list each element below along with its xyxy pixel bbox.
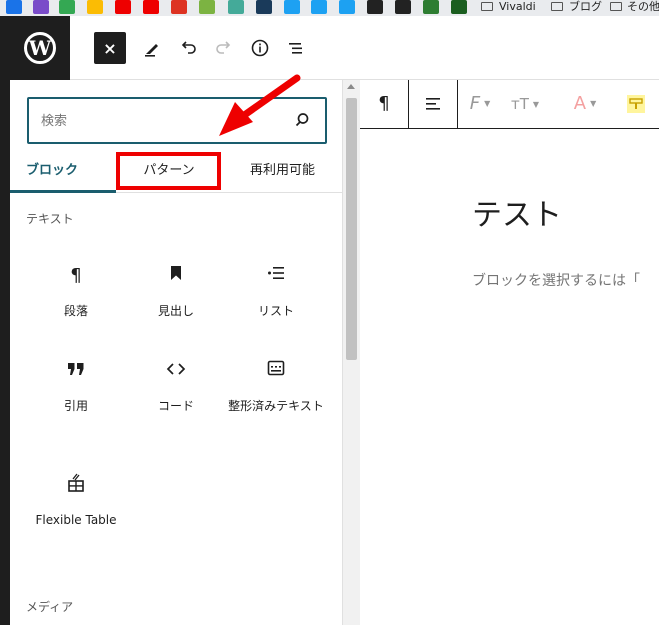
chevron-down-icon: ▼: [532, 99, 540, 109]
bookmarks-bar: Vivaldi ブログ その他: [0, 0, 659, 16]
block-placeholder-hint[interactable]: ブロックを選択するには「: [472, 270, 640, 290]
folder-icon: [551, 2, 563, 11]
block-toolbar: ¶ F ▼ тT ▼ A ▼: [360, 80, 659, 129]
paragraph-icon: ¶: [378, 93, 390, 114]
bookmark-icon[interactable]: [33, 0, 49, 14]
chevron-down-icon: ▼: [590, 99, 597, 108]
align-icon: [426, 98, 440, 110]
font-family-button[interactable]: F ▼: [460, 80, 500, 128]
category-title-text: テキスト: [26, 212, 74, 226]
font-size-icon: тT: [510, 95, 529, 113]
text-color-button[interactable]: A ▼: [565, 80, 605, 128]
list-view-button[interactable]: [280, 32, 312, 64]
list-view-icon: [289, 43, 302, 54]
block-label: リスト: [257, 304, 294, 318]
folder-icon: [481, 2, 493, 11]
bookmark-icon[interactable]: [451, 0, 467, 14]
block-list[interactable]: リスト: [226, 264, 326, 321]
block-preformatted[interactable]: 整形済みテキスト: [226, 359, 326, 416]
bookmark-icon[interactable]: [284, 0, 300, 14]
align-button[interactable]: [409, 80, 457, 128]
block-code[interactable]: コード: [126, 359, 226, 416]
undo-button[interactable]: [172, 32, 204, 64]
font-size-button[interactable]: тT ▼: [505, 80, 545, 128]
bookmark-icon[interactable]: [199, 0, 215, 14]
bookmark-icon[interactable]: [171, 0, 187, 14]
block-label: Flexible Table: [35, 513, 117, 527]
edit-pen-icon: [145, 44, 158, 57]
block-flexible-table[interactable]: Flexible Table: [26, 473, 126, 530]
tab-blocks[interactable]: ブロック: [10, 150, 116, 193]
block-label: 見出し: [157, 304, 194, 318]
block-label: 引用: [63, 399, 88, 413]
wordpress-logo-button[interactable]: W: [10, 16, 70, 80]
flexible-table-icon: [26, 473, 126, 497]
bookmark-folder-other[interactable]: その他: [627, 0, 659, 14]
chevron-down-icon: ▼: [484, 99, 491, 108]
code-icon: [126, 359, 226, 383]
annotation-highlight-box: [116, 152, 221, 190]
quote-icon: [26, 359, 126, 383]
youtube-icon[interactable]: [143, 0, 159, 14]
block-type-button[interactable]: ¶: [360, 80, 408, 128]
wordpress-icon: W: [24, 32, 56, 64]
bookmark-folder-vivaldi[interactable]: Vivaldi: [499, 0, 536, 14]
highlight-icon: [627, 95, 645, 113]
block-label: コード: [157, 399, 194, 413]
block-paragraph[interactable]: ¶ 段落: [26, 264, 126, 321]
browser-frame-edge: [0, 16, 10, 625]
bookmark-icon[interactable]: [59, 0, 75, 14]
bookmark-icon[interactable]: [256, 0, 272, 14]
details-button[interactable]: [244, 32, 276, 64]
highlight-button[interactable]: [616, 80, 656, 128]
list-icon: [226, 264, 326, 288]
toolbar-separator: [457, 80, 458, 128]
folder-icon: [610, 2, 622, 11]
amazon-icon[interactable]: [395, 0, 411, 14]
text-color-icon: A: [573, 93, 587, 114]
info-icon: [251, 39, 269, 57]
post-title[interactable]: テスト: [472, 190, 562, 234]
block-quote[interactable]: 引用: [26, 359, 126, 416]
annotation-arrow-icon: [219, 74, 301, 136]
redo-button[interactable]: [208, 32, 240, 64]
inserter-scrollbar-thumb[interactable]: [346, 98, 357, 360]
scroll-up-arrow-icon[interactable]: [347, 84, 355, 89]
editor-top-toolbar: ×: [70, 16, 659, 80]
redo-icon: [216, 41, 231, 54]
block-inserter-panel: ブロック パターン 再利用可能 テキスト ¶ 段落 見出し リスト 引用 コード…: [10, 80, 343, 625]
close-icon: ×: [103, 38, 117, 58]
twitter-icon[interactable]: [311, 0, 327, 14]
amazon-icon[interactable]: [367, 0, 383, 14]
twitter-icon[interactable]: [339, 0, 355, 14]
heading-bookmark-icon: [126, 264, 226, 288]
block-label: 段落: [63, 304, 88, 318]
bookmark-icon[interactable]: [87, 0, 103, 14]
tab-reusable[interactable]: 再利用可能: [222, 150, 343, 193]
block-heading[interactable]: 見出し: [126, 264, 226, 321]
tools-button[interactable]: [136, 32, 168, 64]
paragraph-icon: ¶: [70, 265, 82, 286]
preformatted-icon: [226, 359, 326, 383]
bookmark-folder-blog[interactable]: ブログ: [569, 0, 602, 14]
youtube-icon[interactable]: [115, 0, 131, 14]
block-label: 整形済みテキスト: [228, 399, 324, 413]
bookmark-icon[interactable]: [423, 0, 439, 14]
undo-icon: [181, 41, 196, 54]
close-inserter-button[interactable]: ×: [94, 32, 126, 64]
bookmark-icon[interactable]: [228, 0, 244, 14]
font-family-icon: F: [469, 93, 481, 114]
category-title-media: メディア: [26, 600, 74, 614]
bookmark-icon[interactable]: [6, 0, 22, 14]
